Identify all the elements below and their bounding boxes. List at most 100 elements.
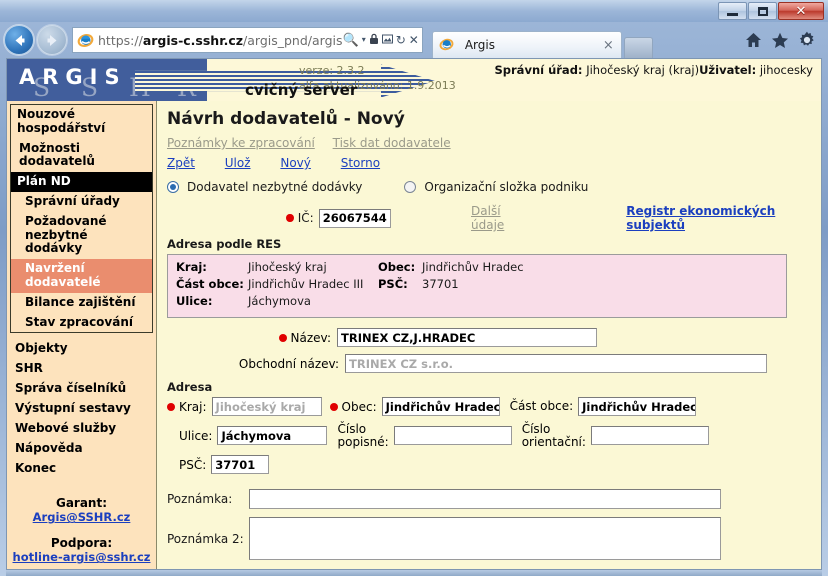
poznamka2-textarea[interactable] bbox=[249, 517, 721, 561]
adresa-row-1: Kraj: Jihočeský kraj Obec: Jindřichův Hr… bbox=[167, 397, 821, 416]
action-zpet[interactable]: Zpět bbox=[167, 156, 195, 170]
radio-dodavatel-nezbytne-dodavky[interactable] bbox=[167, 181, 179, 193]
sidebar-menu-box: Nouzové hospodářství Možnosti dodavatelů… bbox=[10, 104, 153, 334]
office-label: Správní úřad: bbox=[494, 63, 583, 77]
radio-organizacni-slozka-podniku[interactable] bbox=[404, 181, 417, 193]
res-obec-value: Jindřichův Hradec bbox=[422, 260, 524, 274]
poznamka2-label: Poznámka 2: bbox=[167, 531, 244, 546]
sidebar-item-konec[interactable]: Konec bbox=[7, 458, 156, 478]
sidebar-item-navrzeni-dodavatele[interactable]: Navržení dodavatelé bbox=[11, 259, 152, 293]
ic-input[interactable]: 26067544 bbox=[318, 208, 392, 228]
close-icon: ✕ bbox=[795, 3, 807, 19]
link-tisk-dat-dodavatele[interactable]: Tisk dat dodavatele bbox=[333, 136, 451, 150]
stop-icon[interactable]: ✕ bbox=[409, 34, 419, 46]
required-dot-obec bbox=[329, 402, 338, 411]
res-section-title: Adresa podle RES bbox=[167, 237, 282, 251]
link-registr-ekonomickych-subjektu[interactable]: Registr ekonomických subjektů bbox=[626, 204, 821, 232]
res-cast-obce-value: Jindřichův Hradec III bbox=[248, 277, 364, 291]
adresa-ulice-input[interactable]: Jáchymova bbox=[217, 426, 328, 446]
search-icon[interactable]: 🔍 bbox=[343, 34, 359, 47]
nazev-label-wrap: Název: bbox=[167, 331, 337, 345]
res-ulice-value: Jáchymova bbox=[248, 294, 311, 308]
tab-close-icon[interactable]: × bbox=[600, 38, 617, 53]
argis-logo-text: ARGIS bbox=[19, 65, 127, 89]
sidebar: Nouzové hospodářství Možnosti dodavatelů… bbox=[7, 101, 157, 569]
home-icon[interactable] bbox=[745, 32, 762, 48]
cislo-popisne-input[interactable] bbox=[393, 426, 512, 446]
sidebar-item-objekty[interactable]: Objekty bbox=[7, 338, 156, 358]
nazev-input[interactable]: TRINEX CZ,J.HRADEC bbox=[337, 328, 597, 347]
forward-button[interactable] bbox=[37, 25, 67, 55]
adresa-kraj-label: Kraj: bbox=[179, 399, 207, 414]
poznamka-row: Poznámka: bbox=[167, 489, 821, 510]
adresa-row-2: Ulice: Jáchymova Číslo popisné: Číslo orie… bbox=[167, 423, 821, 448]
back-button[interactable] bbox=[4, 25, 34, 55]
link-dalsi-udaje[interactable]: Další údaje bbox=[471, 204, 532, 232]
browser-toolbar-icons bbox=[745, 31, 822, 49]
address-bar-icons: 🔍 ▾ ↻ ✕ bbox=[343, 33, 419, 47]
sidebar-item-bilance-zajisteni[interactable]: Bilance zajištění bbox=[11, 293, 152, 313]
user-info: Správní úřad: Jihočeský kraj (kraj)Uživa… bbox=[495, 63, 814, 77]
obchodni-nazev-input: TRINEX CZ s.r.o. bbox=[345, 354, 767, 373]
nazev-label: Název: bbox=[290, 330, 332, 345]
adresa-row-3: PSČ: 37701 bbox=[167, 455, 821, 475]
res-kraj-value: Jihočeský kraj bbox=[248, 260, 327, 274]
res-address-box: Kraj: Jihočeský kraj Obec: Jindřichův Hr… bbox=[167, 254, 787, 318]
sidebar-item-sprava-ciselniku[interactable]: Správa číselníků bbox=[7, 378, 156, 398]
gear-icon[interactable] bbox=[798, 31, 816, 49]
title-bar: ✕ bbox=[0, 0, 828, 22]
required-dot-ic bbox=[286, 214, 294, 222]
secondary-links: Poznámky ke zpracování Tisk dat dodavate… bbox=[167, 136, 821, 150]
garant-email-link[interactable]: Argis@SSHR.cz bbox=[7, 510, 156, 524]
poznamka2-row: Poznámka 2: bbox=[167, 517, 821, 561]
sidebar-footer: Garant: Argis@SSHR.cz Podpora: hotline-a… bbox=[7, 496, 156, 564]
status-bar bbox=[6, 570, 822, 576]
sidebar-item-vystupni-sestavy[interactable]: Výstupní sestavy bbox=[7, 398, 156, 418]
res-row-kraj-obec: Kraj: Jihočeský kraj Obec: Jindřichův Hr… bbox=[176, 260, 778, 274]
compatibility-view-icon[interactable] bbox=[381, 34, 393, 47]
sidebar-item-napoveda[interactable]: Nápověda bbox=[7, 438, 156, 458]
cislo-orientacni-input[interactable] bbox=[590, 426, 709, 446]
minimize-button[interactable] bbox=[718, 2, 747, 20]
action-links: Zpět Ulož Nový Storno bbox=[167, 156, 821, 170]
ie-logo-icon bbox=[77, 32, 94, 49]
adresa-psc-input[interactable]: 37701 bbox=[211, 455, 270, 475]
navigation-bar: https://argis-c.sshr.cz/argis_pnd/argis … bbox=[0, 22, 828, 58]
chevron-down-icon[interactable]: ▾ bbox=[362, 36, 366, 44]
podpora-label: Podpora: bbox=[50, 536, 113, 551]
link-poznamky-ke-zpracovani[interactable]: Poznámky ke zpracování bbox=[167, 136, 315, 150]
close-button[interactable]: ✕ bbox=[778, 2, 824, 20]
sidebar-item-moznosti-dodavatelu[interactable]: Možnosti dodavatelů bbox=[11, 139, 152, 173]
adresa-kraj-input: Jihočeský kraj bbox=[211, 397, 322, 416]
adresa-obec-input[interactable]: Jindřichův Hradec bbox=[381, 397, 500, 416]
sidebar-item-webove-sluzby[interactable]: Webové služby bbox=[7, 418, 156, 438]
sidebar-group-nouzove[interactable]: Nouzové hospodářství bbox=[11, 105, 152, 139]
poznamka-input[interactable] bbox=[249, 489, 721, 510]
action-storno[interactable]: Storno bbox=[341, 156, 380, 170]
new-tab-button[interactable] bbox=[623, 37, 653, 58]
sidebar-item-stav-zpracovani[interactable]: Stav zpracování bbox=[11, 313, 152, 333]
sidebar-item-spravni-urady[interactable]: Správní úřady bbox=[11, 192, 152, 212]
sidebar-item-plan-nd[interactable]: Plán ND bbox=[11, 172, 152, 192]
action-uloz[interactable]: Ulož bbox=[225, 156, 251, 170]
address-bar[interactable]: https://argis-c.sshr.cz/argis_pnd/argis … bbox=[72, 27, 423, 53]
tab-argis[interactable]: Argis × bbox=[431, 31, 622, 58]
supplier-type-radio-group: Dodavatel nezbytné dodávky Organizační s… bbox=[167, 180, 821, 194]
refresh-icon[interactable]: ↻ bbox=[396, 34, 406, 46]
maximize-button[interactable] bbox=[748, 2, 777, 20]
res-row-cast-psc: Část obce: Jindřichův Hradec III PSČ: 37… bbox=[176, 277, 778, 291]
res-ulice-label: Ulice: bbox=[176, 294, 213, 308]
forward-arrow-icon bbox=[47, 34, 56, 46]
obchodni-nazev-label: Obchodní název: bbox=[238, 356, 339, 371]
sidebar-item-pozadovane-nezbytne-dodavky[interactable]: Požadované nezbytné dodávky bbox=[11, 212, 152, 259]
podpora-email-link[interactable]: hotline-argis@sshr.cz bbox=[7, 550, 156, 564]
sidebar-item-shr[interactable]: SHR bbox=[7, 358, 156, 378]
user-value: jihocesky bbox=[759, 63, 813, 77]
browser-window: ✕ https://argis-c.sshr.cz/argis_pnd/argi… bbox=[0, 0, 828, 576]
favorites-star-icon[interactable] bbox=[771, 32, 789, 49]
action-novy[interactable]: Nový bbox=[280, 156, 311, 170]
res-psc-label: PSČ: bbox=[378, 277, 408, 291]
site-header: S S H R ARGIS verze: 2.3.2 alfa aktualiz… bbox=[7, 59, 821, 101]
adresa-cast-obce-input[interactable]: Jindřichův Hradec I bbox=[578, 397, 697, 416]
